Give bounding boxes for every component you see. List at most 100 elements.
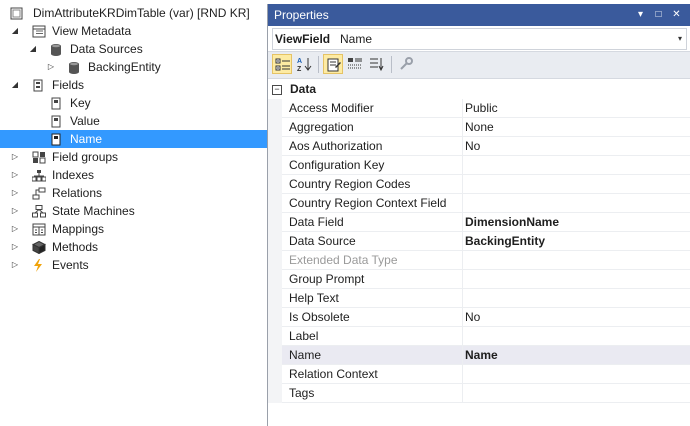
svg-text:A: A [297,58,302,65]
object-selector[interactable]: ViewField Name ▾ [272,28,687,50]
collapse-icon[interactable]: − [272,85,282,95]
collapsed-arrow-icon[interactable]: ▷ [10,148,20,166]
sort-button[interactable] [367,54,387,74]
property-value[interactable] [462,365,690,384]
table-icon [10,7,24,20]
chevron-down-icon[interactable]: ▾ [678,29,682,49]
property-row[interactable]: Aggregation None [282,118,690,137]
tree-node-label: Indexes [52,168,95,182]
sort-az-icon: AZ [297,58,312,72]
toolbar-separator [318,56,319,73]
property-value[interactable]: Public [462,99,690,118]
object-type: ViewField [275,32,331,46]
properties-title-bar[interactable]: Properties ▾ □ ✕ [268,4,690,26]
methods-icon [31,240,47,255]
tree-node-label: Mappings [52,222,105,236]
close-button[interactable]: ✕ [669,7,684,22]
tree-node-label: State Machines [52,204,135,218]
property-row[interactable]: Relation Context [282,365,690,384]
property-name: Aos Authorization [289,139,383,153]
collapsed-arrow-icon[interactable]: ▷ [10,220,20,238]
property-value[interactable] [462,251,690,270]
categorized-icon [275,58,290,71]
field-groups-icon [32,151,46,164]
collapsed-arrow-icon[interactable]: ▷ [10,238,20,256]
property-name: Group Prompt [289,272,365,286]
fields-icon [32,79,46,92]
property-row[interactable]: Group Prompt [282,270,690,289]
wrench-icon [400,57,413,70]
property-row[interactable]: Country Region Codes [282,175,690,194]
property-value[interactable] [462,156,690,175]
tree-node-label: Data Sources [70,42,143,56]
tree-node-label: Methods [52,240,99,254]
property-name: Country Region Context Field [289,196,447,210]
property-row[interactable]: Help Text [282,289,690,308]
collapsed-arrow-icon[interactable]: ▷ [10,256,20,274]
properties-toolbar: AZ [268,51,690,79]
property-pages-button[interactable] [396,54,416,74]
grid-left-margin [268,99,282,403]
events-view-button[interactable] [345,54,365,74]
properties-view-button[interactable] [323,54,343,74]
expanded-arrow-icon[interactable]: ◢ [28,40,38,58]
maximize-button[interactable]: □ [651,7,666,22]
category-data[interactable]: − Data [268,80,690,99]
tree-node-label: Value [70,114,100,128]
expanded-arrow-icon[interactable]: ◢ [10,22,20,40]
property-value[interactable]: No [462,137,690,156]
category-label: Data [290,82,317,96]
property-value[interactable] [462,327,690,346]
property-value[interactable]: None [462,118,690,137]
field-icon [50,115,64,128]
property-row[interactable]: Label [282,327,690,346]
property-value[interactable] [462,289,690,308]
property-row[interactable]: Data Source BackingEntity [282,232,690,251]
tree-node-label: Fields [52,78,85,92]
property-value[interactable]: DimensionName [462,213,690,232]
property-value[interactable]: BackingEntity [462,232,690,251]
property-value[interactable] [462,175,690,194]
collapsed-arrow-icon[interactable]: ▷ [10,202,20,220]
property-row[interactable]: Country Region Context Field [282,194,690,213]
tree-node-label: DimAttributeKRDimTable (var) [RND KR] [33,6,250,20]
window-dropdown-button[interactable]: ▾ [633,7,648,22]
property-name: Aggregation [289,120,354,134]
expanded-arrow-icon[interactable]: ◢ [10,76,20,94]
alphabetical-button[interactable]: AZ [294,54,314,74]
sort-list-icon [370,58,384,72]
collapsed-arrow-icon[interactable]: ▷ [10,166,20,184]
property-name: Configuration Key [289,158,385,172]
property-name: Data Field [289,215,344,229]
property-value[interactable] [462,384,690,403]
property-row[interactable]: Configuration Key [282,156,690,175]
categorized-button[interactable] [272,54,292,74]
properties-title: Properties [274,8,329,22]
database-icon [68,61,82,74]
property-row[interactable]: Name Name [282,346,690,365]
property-row[interactable]: Data Field DimensionName [282,213,690,232]
property-name: Label [289,329,319,343]
tree-node-label: BackingEntity [88,60,161,74]
tree-node-label: Name [70,132,103,146]
property-row[interactable]: Is Obsolete No [282,308,690,327]
tree-node-label: Key [70,96,91,110]
collapsed-arrow-icon[interactable]: ▷ [46,58,56,76]
tree-node-label: View Metadata [52,24,132,38]
property-name: Name [289,348,322,362]
lightning-icon [32,259,46,272]
collapsed-arrow-icon[interactable]: ▷ [10,184,20,202]
property-row[interactable]: Extended Data Type [282,251,690,270]
property-value[interactable] [462,270,690,289]
properties-window: Properties ▾ □ ✕ ViewField Name ▾ AZ − D… [267,4,690,426]
property-name: Relation Context [289,367,378,381]
property-value[interactable]: No [462,308,690,327]
property-row[interactable]: Tags [282,384,690,403]
property-value[interactable]: Name [462,346,690,365]
property-value[interactable] [462,194,690,213]
tree-node-label: Events [52,258,89,272]
property-row[interactable]: Aos Authorization No [282,137,690,156]
property-row[interactable]: Access Modifier Public [282,99,690,118]
field-icon [50,133,64,146]
metadata-icon [32,25,46,38]
